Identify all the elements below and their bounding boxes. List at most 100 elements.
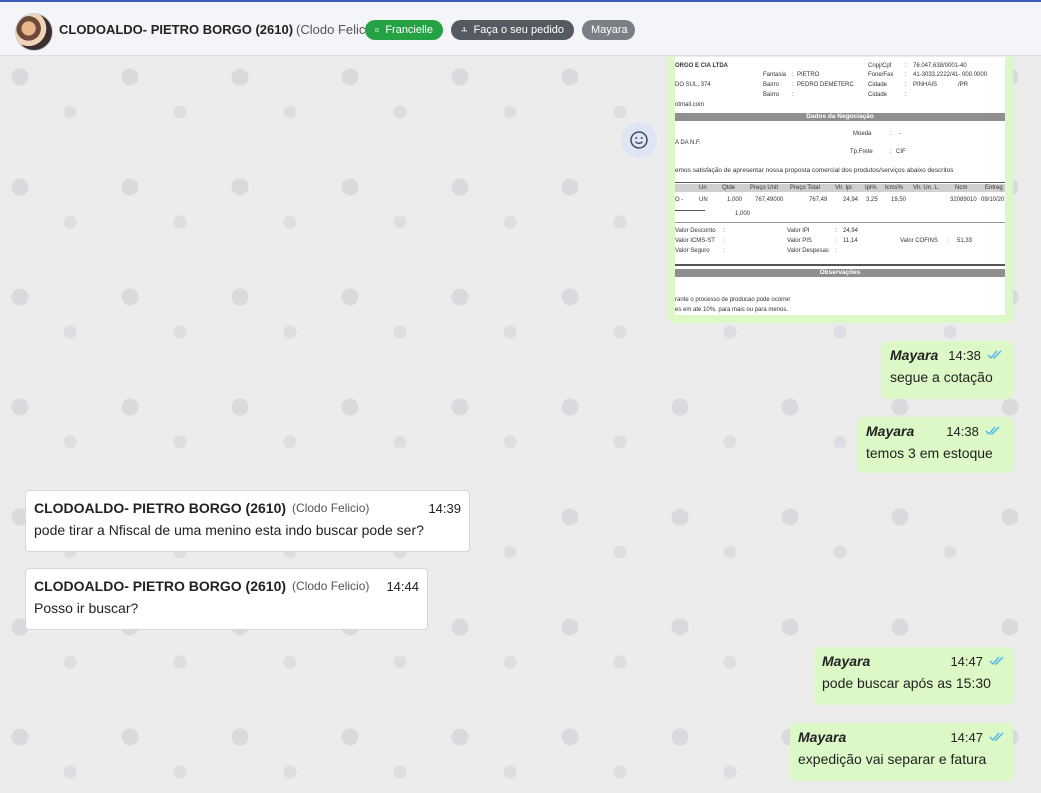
message-sender: Mayara bbox=[890, 347, 939, 363]
whatsapp-channel-chip[interactable]: Francielle bbox=[365, 20, 443, 40]
doc-nf-text: A DA N.F. bbox=[675, 140, 701, 146]
read-ticks-icon bbox=[987, 350, 1002, 360]
doc-colon: : bbox=[905, 82, 907, 88]
read-ticks-icon bbox=[985, 426, 1000, 436]
order-chip[interactable]: Faça o seu pedido bbox=[451, 20, 574, 40]
doc-colon: : bbox=[905, 72, 907, 78]
message-sender: CLODOALDO- PIETRO BORGO (2610) bbox=[34, 578, 287, 594]
doc-moeda: - bbox=[899, 131, 901, 137]
doc-email: otmail.com bbox=[675, 102, 705, 108]
message-sender: Mayara bbox=[798, 729, 847, 745]
whatsapp-chip-label: Francielle bbox=[385, 24, 433, 36]
doc-bairro: PEDRO DEMETERC bbox=[797, 82, 854, 88]
doc-divider bbox=[675, 264, 1005, 266]
doc-proposal-text: emos satisfação de apresentar nossa prop… bbox=[675, 167, 954, 174]
read-ticks-icon bbox=[989, 656, 1004, 666]
message-text: Posso ir buscar? bbox=[34, 600, 139, 616]
agent-chip-label: Mayara bbox=[591, 24, 628, 36]
order-chip-label: Faça o seu pedido bbox=[473, 24, 564, 36]
doc-th: Ipi% bbox=[865, 185, 877, 191]
doc-obs-line: rante o processo de producao pode ocorre… bbox=[675, 297, 791, 303]
doc-negociacao-title: Dados da Negociação bbox=[675, 113, 1005, 121]
doc-ipi: 24,94 bbox=[843, 228, 859, 234]
doc-colon: : bbox=[890, 149, 892, 155]
message-time: 14:39 bbox=[428, 500, 461, 516]
message-meta: CLODOALDO- PIETRO BORGO (2610) (Clodo Fe… bbox=[34, 500, 461, 516]
outgoing-message[interactable]: Mayara 14:38 temos 3 em estoque bbox=[858, 417, 1013, 473]
doc-uf: /PR bbox=[958, 82, 969, 88]
hierarchy-icon bbox=[461, 27, 467, 33]
doc-obs-line: es em ate 10%, para mais ou para menos. bbox=[675, 307, 789, 313]
doc-fone: 41-3033.2222/41- 000.0000 bbox=[913, 72, 988, 78]
doc-fantasia-label: Fantasia bbox=[763, 72, 787, 78]
doc-th: Ncm bbox=[955, 185, 968, 191]
message-sender-alias: (Clodo Felicio) bbox=[292, 579, 370, 593]
agent-chip[interactable]: Mayara bbox=[582, 20, 635, 40]
incoming-message[interactable]: CLODOALDO- PIETRO BORGO (2610) (Clodo Fe… bbox=[25, 568, 428, 630]
doc-address: DO SUL, 374 bbox=[675, 82, 711, 88]
doc-colon: : bbox=[835, 228, 837, 234]
incoming-message[interactable]: CLODOALDO- PIETRO BORGO (2610) (Clodo Fe… bbox=[25, 490, 470, 552]
smiley-icon bbox=[630, 131, 648, 149]
message-text: pode buscar após as 15:30 bbox=[822, 675, 991, 691]
doc-bairro2-label: Bairro bbox=[763, 92, 780, 98]
doc-colon: : bbox=[835, 248, 837, 254]
chat-header: CLODOALDO- PIETRO BORGO (2610) (Clodo Fel… bbox=[0, 0, 1041, 56]
message-sender: CLODOALDO- PIETRO BORGO (2610) bbox=[34, 500, 287, 516]
doc-cidade: PINHAIS bbox=[913, 82, 938, 88]
doc-colon: : bbox=[792, 72, 794, 78]
contact-avatar[interactable] bbox=[15, 13, 53, 51]
doc-colon: : bbox=[905, 92, 907, 98]
doc-th: Icms% bbox=[885, 185, 903, 191]
doc-cidade2-label: Cidade bbox=[868, 92, 888, 98]
doc-colon: : bbox=[723, 228, 725, 234]
doc-colon: : bbox=[947, 238, 949, 244]
doc-cidade-label: Cidade bbox=[868, 82, 888, 88]
contact-name[interactable]: CLODOALDO- PIETRO BORGO (2610) (Clodo Fel… bbox=[59, 22, 380, 37]
outgoing-message[interactable]: Mayara 14:47 expedição vai separar e fat… bbox=[790, 723, 1013, 781]
doc-colon: : bbox=[723, 248, 725, 254]
doc-fone-label: Fone/Fax bbox=[868, 72, 894, 78]
reaction-button[interactable] bbox=[621, 122, 657, 158]
message-time: 14:38 bbox=[946, 423, 979, 439]
quote-document-image[interactable]: ORGO E CIA LTDA DO SUL, 374 otmail.com F… bbox=[675, 57, 1005, 315]
doc-icms-label: Valor ICMS-ST bbox=[675, 238, 715, 244]
doc-td: 09/10/20 bbox=[981, 197, 1005, 203]
doc-frete: CIF bbox=[896, 149, 906, 155]
doc-td: 1,000 bbox=[727, 197, 743, 203]
message-meta: CLODOALDO- PIETRO BORGO (2610) (Clodo Fe… bbox=[34, 578, 419, 594]
doc-cofins: 51,33 bbox=[957, 238, 973, 244]
message-text: pode tirar a Nfiscal de uma menino esta … bbox=[34, 522, 424, 538]
message-sender: Mayara bbox=[866, 423, 915, 439]
doc-td: 767,49 bbox=[809, 197, 828, 203]
outgoing-message[interactable]: Mayara 14:47 pode buscar após as 15:30 bbox=[814, 647, 1013, 705]
chat-area[interactable]: ORGO E CIA LTDA DO SUL, 374 otmail.com F… bbox=[0, 57, 1041, 793]
doc-td: O - bbox=[675, 197, 684, 203]
message-sender-alias: (Clodo Felicio) bbox=[292, 501, 370, 515]
attachment-bubble[interactable]: ORGO E CIA LTDA DO SUL, 374 otmail.com F… bbox=[668, 57, 1013, 323]
doc-arrow bbox=[675, 210, 705, 211]
doc-cnpj-label: Cnpj/Cpf bbox=[868, 63, 892, 69]
doc-td: UN bbox=[699, 197, 708, 203]
message-time: 14:47 bbox=[950, 653, 983, 669]
doc-seguro-label: Valor Seguro bbox=[675, 248, 710, 254]
message-time: 14:44 bbox=[386, 578, 419, 594]
doc-cofins-label: Valor COFINS bbox=[900, 238, 938, 244]
doc-pis: 11,14 bbox=[843, 238, 858, 244]
doc-bairro-label: Bairro bbox=[763, 82, 780, 88]
doc-td: 32089010 bbox=[950, 197, 977, 203]
outgoing-message[interactable]: Mayara 14:38 segue a cotação bbox=[882, 341, 1013, 399]
doc-th: Vlr. Un. L. bbox=[913, 185, 940, 191]
message-text: expedição vai separar e fatura bbox=[798, 751, 987, 767]
doc-frete-label: Tp.Frete bbox=[850, 149, 873, 155]
doc-th: Preço Unit bbox=[750, 185, 779, 191]
doc-colon: : bbox=[723, 238, 725, 244]
doc-colon: : bbox=[792, 92, 794, 98]
doc-divider bbox=[675, 182, 1005, 183]
doc-ipi-label: Valor IPI bbox=[787, 228, 810, 234]
doc-colon: : bbox=[835, 238, 837, 244]
doc-th: Entreg bbox=[985, 185, 1003, 191]
doc-qty-total: 1,000 bbox=[735, 211, 751, 217]
doc-td: 767,49000 bbox=[755, 197, 784, 203]
doc-colon: : bbox=[792, 82, 794, 88]
